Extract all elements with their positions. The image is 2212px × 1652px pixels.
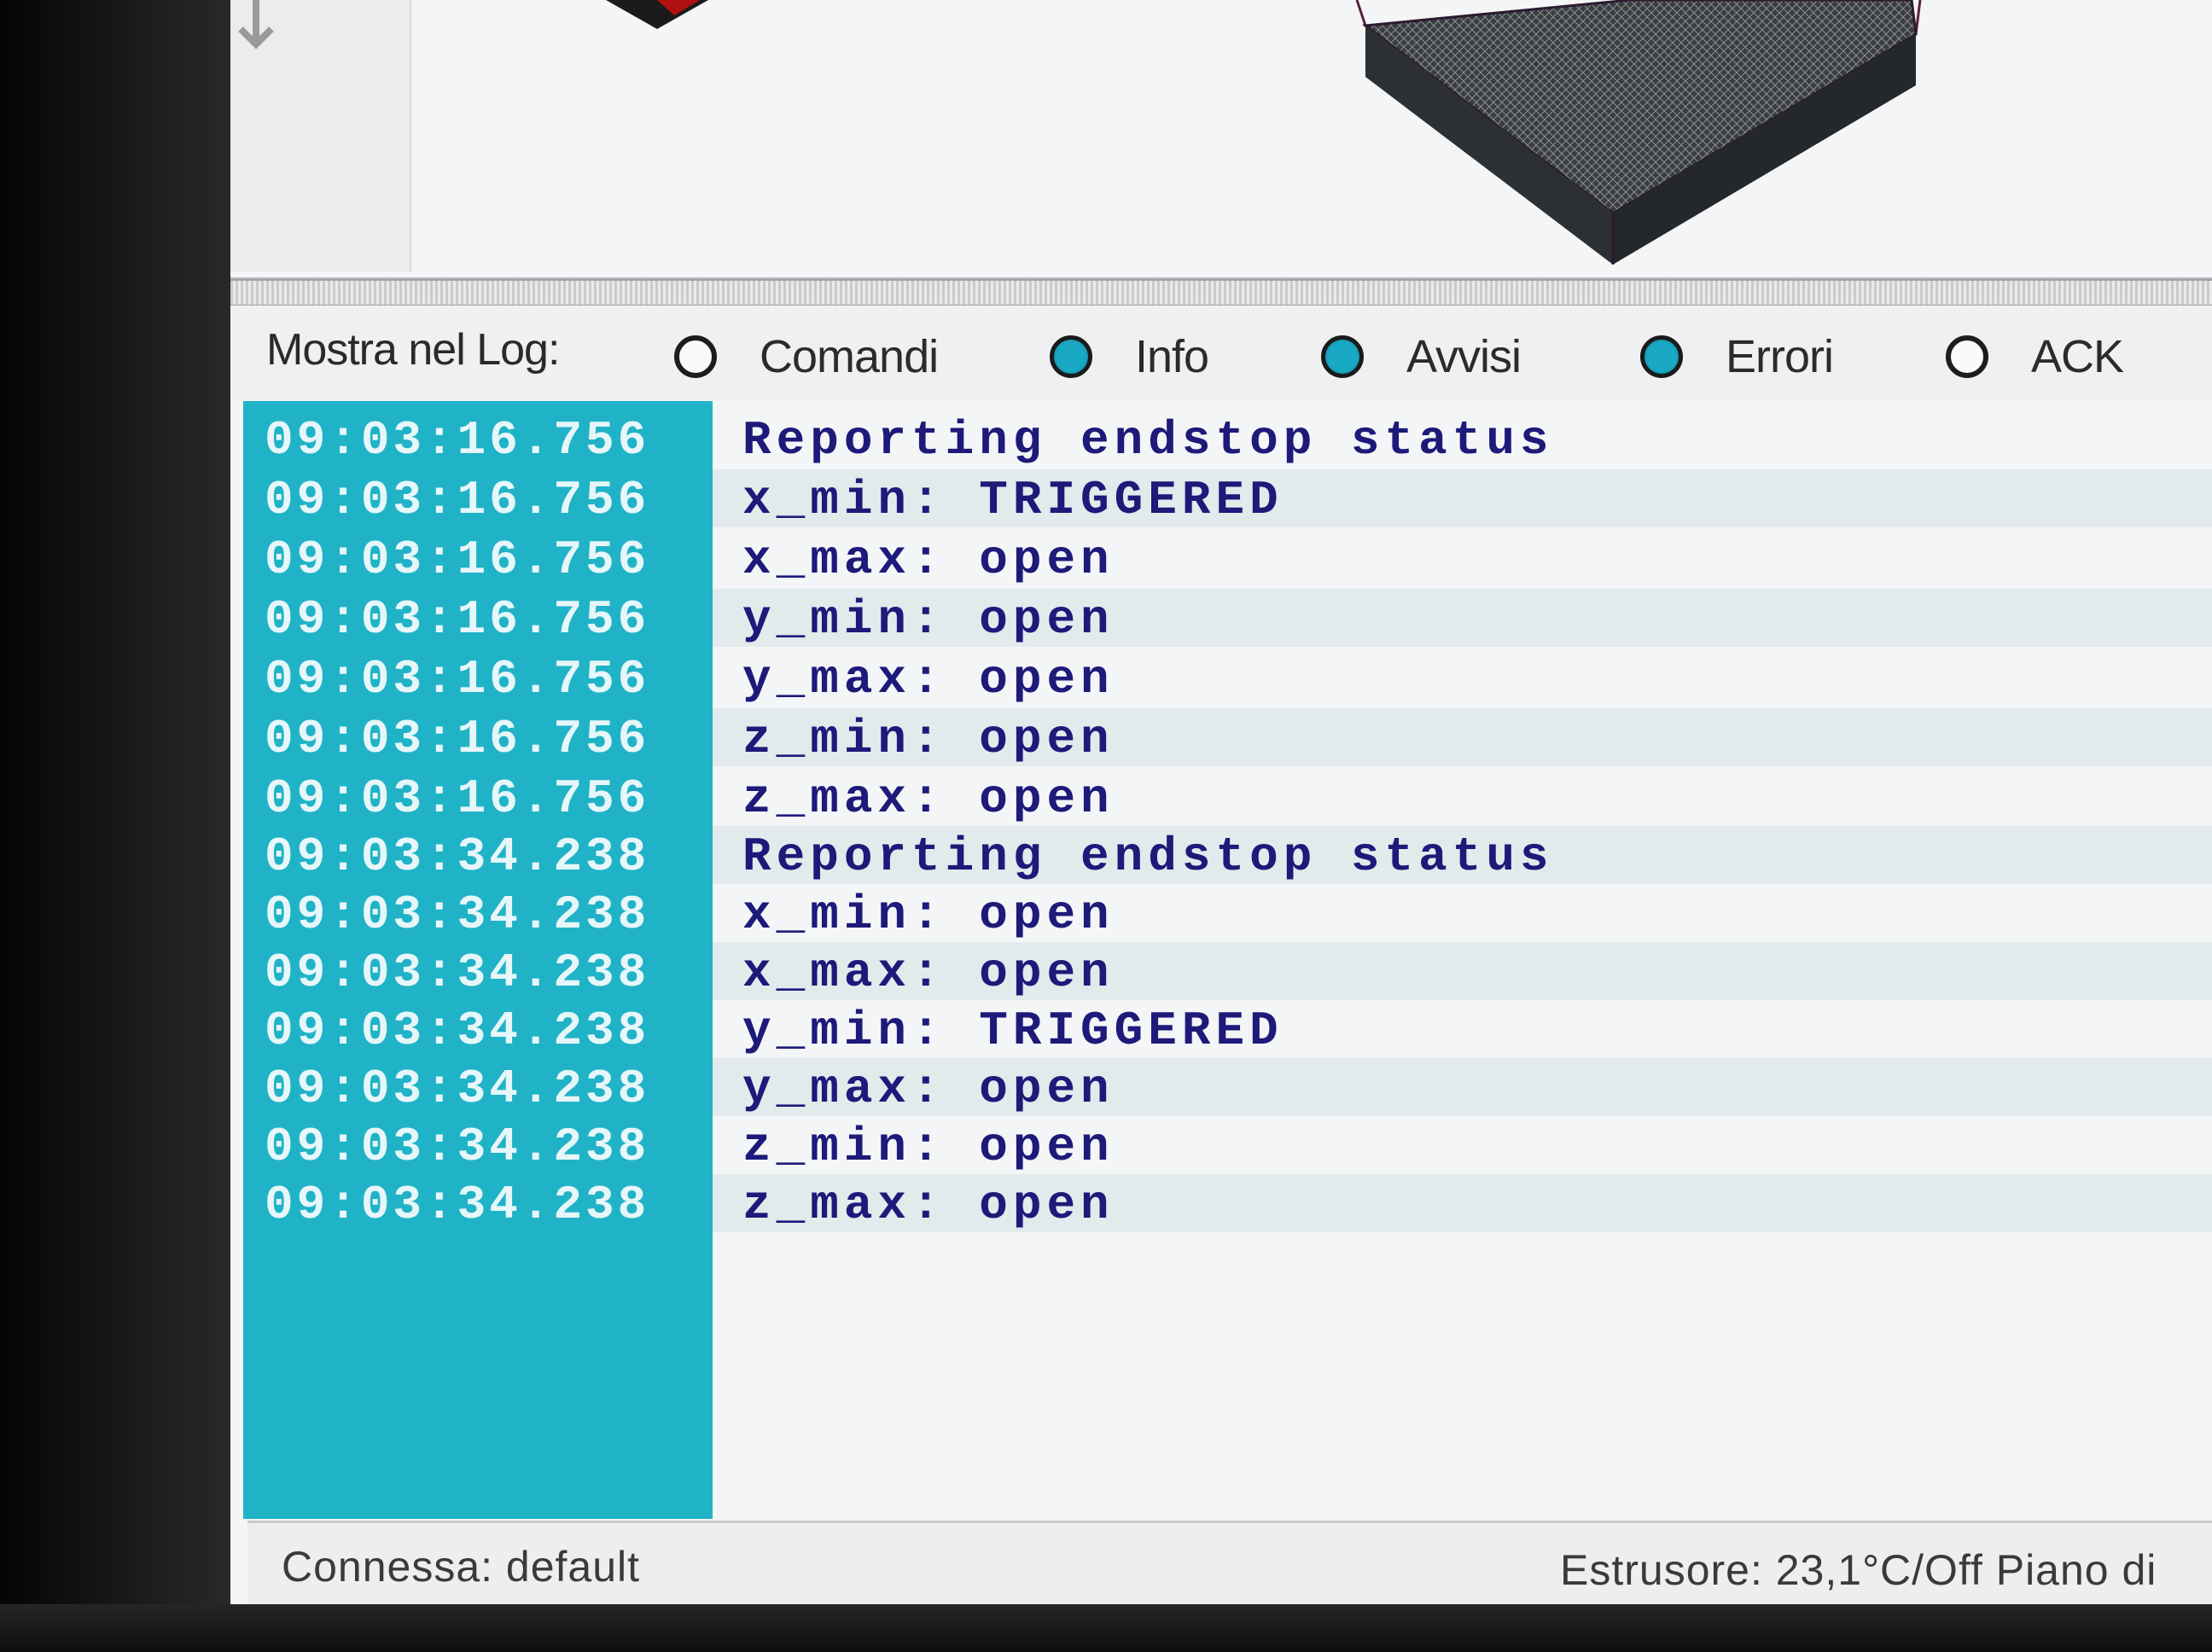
log-filter-bar: Mostra nel Log: Comandi Info Avvisi Erro… (230, 305, 2212, 399)
log-message: x_max: open (742, 532, 1115, 587)
radio-avvisi-label: Avvisi (1406, 331, 1522, 382)
log-message: Reporting endstop status (742, 413, 1554, 468)
log-timestamp: 09:03:34.238 (265, 887, 650, 942)
radio-info[interactable]: Info (1050, 329, 1209, 384)
radio-comandi[interactable]: Comandi (674, 329, 939, 384)
log-row[interactable]: 09:03:16.756 x_max: open (230, 529, 2212, 587)
log-timestamp: 09:03:16.756 (265, 413, 650, 468)
radio-avvisi[interactable]: Avvisi (1321, 329, 1522, 384)
connection-status: Connessa: default (282, 1543, 641, 1591)
log-message: z_min: open (742, 1120, 1115, 1174)
radio-errori-indicator[interactable] (1640, 335, 1683, 378)
log-timestamp: 09:03:16.756 (265, 652, 650, 707)
radio-ack-indicator[interactable] (1946, 335, 1988, 378)
log-message: Reporting endstop status (742, 829, 1554, 884)
log-timestamp: 09:03:34.238 (265, 945, 650, 1000)
status-bar: Connessa: default Estrusore: 23,1°C/Off … (247, 1521, 2212, 1604)
log-row[interactable]: 09:03:34.238 z_min: open (230, 1116, 2212, 1174)
log-message: x_max: open (742, 945, 1115, 1000)
log-timestamp: 09:03:34.238 (265, 1178, 650, 1232)
log-row[interactable]: 09:03:34.238 z_max: open (230, 1174, 2212, 1232)
log-row[interactable]: 09:03:16.756 x_min: TRIGGERED (230, 469, 2212, 527)
log-message: y_max: open (742, 1062, 1115, 1116)
monitor-bezel-bottom (0, 1604, 2212, 1652)
radio-ack-label: ACK (2031, 331, 2124, 382)
log-row[interactable]: 09:03:16.756 y_max: open (230, 649, 2212, 707)
log-timestamp: 09:03:16.756 (265, 532, 650, 587)
log-timestamp: 09:03:34.238 (265, 1062, 650, 1116)
log-message: y_max: open (742, 652, 1115, 707)
log-row[interactable]: 09:03:34.238 y_max: open (230, 1058, 2212, 1116)
log-timestamp: 09:03:16.756 (265, 592, 650, 647)
log-message: y_min: TRIGGERED (742, 1003, 1284, 1058)
log-filter-label: Mostra nel Log: (266, 325, 560, 375)
log-message: y_min: open (742, 592, 1115, 647)
radio-avvisi-indicator[interactable] (1321, 335, 1364, 378)
log-row[interactable]: 09:03:16.756 z_max: open (230, 768, 2212, 826)
log-row[interactable]: 09:03:34.238 y_min: TRIGGERED (230, 1000, 2212, 1058)
radio-comandi-label: Comandi (760, 331, 939, 382)
model-object (606, 0, 708, 29)
print-bed-render (606, 0, 1922, 265)
radio-errori[interactable]: Errori (1640, 329, 1834, 384)
radio-ack[interactable]: ACK (1946, 329, 2124, 384)
radio-info-label: Info (1135, 331, 1209, 382)
monitor-bezel-left (0, 0, 239, 1652)
radio-info-indicator[interactable] (1050, 335, 1092, 378)
log-list[interactable]: 09:03:16.756 Reporting endstop status 09… (230, 401, 2212, 1519)
panel-splitter[interactable] (230, 279, 2212, 306)
log-message: z_max: open (742, 1178, 1115, 1232)
log-message: x_min: TRIGGERED (742, 473, 1284, 527)
log-row[interactable]: 09:03:16.756 z_min: open (230, 708, 2212, 766)
log-row[interactable]: 09:03:16.756 y_min: open (230, 589, 2212, 647)
log-timestamp: 09:03:16.756 (265, 473, 650, 527)
log-row[interactable]: 09:03:16.756 Reporting endstop status (230, 410, 2212, 468)
radio-errori-label: Errori (1726, 331, 1834, 382)
log-row[interactable]: 09:03:34.238 x_min: open (230, 884, 2212, 942)
log-timestamp: 09:03:34.238 (265, 1003, 650, 1058)
log-timestamp: 09:03:16.756 (265, 771, 650, 826)
log-message: x_min: open (742, 887, 1115, 942)
log-timestamp: 09:03:16.756 (265, 712, 650, 766)
host-application-window: Mostra nel Log: Comandi Info Avvisi Erro… (230, 0, 2212, 1604)
log-message: z_max: open (742, 771, 1115, 826)
3d-preview-viewport[interactable] (230, 0, 2212, 279)
log-message: z_min: open (742, 712, 1115, 766)
log-timestamp: 09:03:34.238 (265, 1120, 650, 1174)
temperature-status: Estrusore: 23,1°C/Off Piano di (1560, 1546, 2157, 1594)
log-timestamp: 09:03:34.238 (265, 829, 650, 884)
radio-comandi-indicator[interactable] (674, 335, 717, 378)
log-row[interactable]: 09:03:34.238 x_max: open (230, 942, 2212, 1000)
log-row[interactable]: 09:03:34.238 Reporting endstop status (230, 826, 2212, 884)
